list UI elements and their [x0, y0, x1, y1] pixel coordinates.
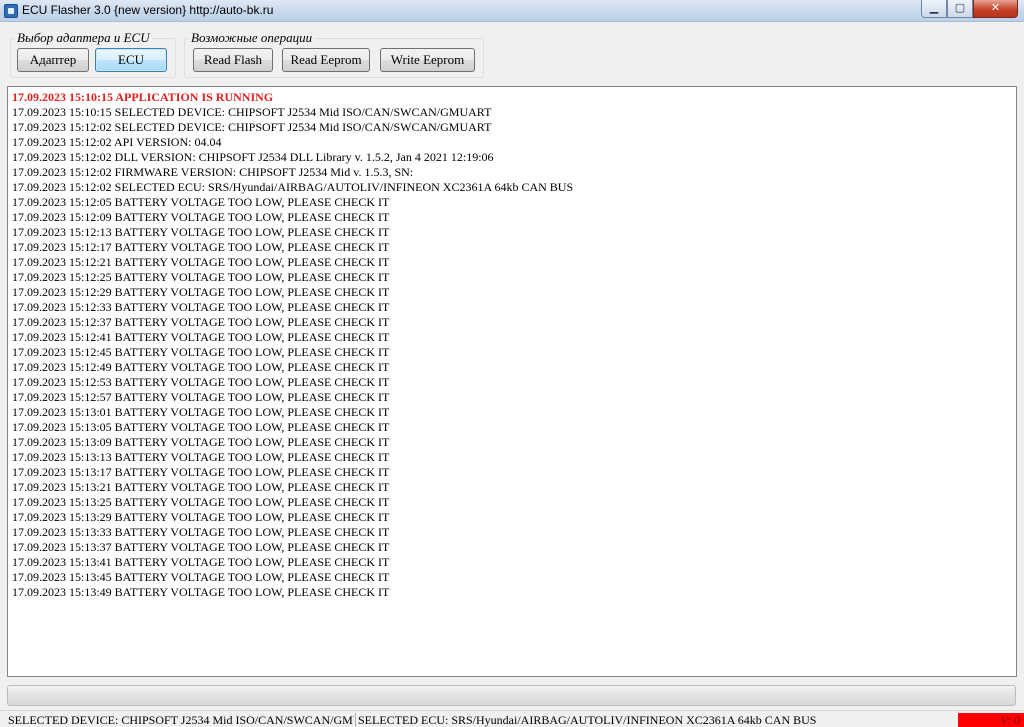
window-controls: ▁ ▢ ✕: [921, 0, 1018, 19]
log-line: 17.09.2023 15:13:29 BATTERY VOLTAGE TOO …: [12, 510, 390, 524]
status-device: SELECTED DEVICE: CHIPSOFT J2534 Mid ISO/…: [8, 713, 354, 727]
log-panel[interactable]: 17.09.2023 15:10:15 APPLICATION IS RUNNI…: [7, 86, 1017, 677]
log-line: 17.09.2023 15:13:49 BATTERY VOLTAGE TOO …: [12, 585, 390, 599]
log-line: 17.09.2023 15:13:01 BATTERY VOLTAGE TOO …: [12, 405, 390, 419]
log-line: 17.09.2023 15:13:41 BATTERY VOLTAGE TOO …: [12, 555, 390, 569]
status-voltage: V: 0: [958, 713, 1024, 727]
progress-bar: [7, 685, 1016, 706]
log-line: 17.09.2023 15:13:37 BATTERY VOLTAGE TOO …: [12, 540, 390, 554]
log-line: 17.09.2023 15:13:09 BATTERY VOLTAGE TOO …: [12, 435, 390, 449]
log-line: 17.09.2023 15:12:09 BATTERY VOLTAGE TOO …: [12, 210, 390, 224]
adapter-button[interactable]: Адаптер: [17, 48, 89, 72]
log-line: 17.09.2023 15:13:05 BATTERY VOLTAGE TOO …: [12, 420, 390, 434]
log-line: 17.09.2023 15:12:33 BATTERY VOLTAGE TOO …: [12, 300, 390, 314]
title-bar[interactable]: ECU Flasher 3.0 {new version} http://aut…: [0, 0, 1024, 22]
log-line: 17.09.2023 15:13:33 BATTERY VOLTAGE TOO …: [12, 525, 390, 539]
close-icon[interactable]: ✕: [973, 0, 1018, 18]
app-icon: [4, 4, 18, 18]
adapter-ecu-group-label: Выбор адаптера и ECU: [15, 30, 152, 46]
window-title: ECU Flasher 3.0 {new version} http://aut…: [22, 3, 274, 17]
log-line: 17.09.2023 15:12:25 BATTERY VOLTAGE TOO …: [12, 270, 390, 284]
log-line: 17.09.2023 15:12:02 API VERSION: 04.04: [12, 135, 222, 149]
log-line: 17.09.2023 15:13:13 BATTERY VOLTAGE TOO …: [12, 450, 390, 464]
write-eeprom-button[interactable]: Write Eeprom: [380, 48, 475, 72]
log-line: 17.09.2023 15:12:57 BATTERY VOLTAGE TOO …: [12, 390, 390, 404]
log-line: 17.09.2023 15:12:45 BATTERY VOLTAGE TOO …: [12, 345, 390, 359]
ecu-button[interactable]: ECU: [95, 48, 167, 72]
status-ecu: SELECTED ECU: SRS/Hyundai/AIRBAG/AUTOLIV…: [358, 713, 817, 727]
log-line: 17.09.2023 15:12:02 SELECTED ECU: SRS/Hy…: [12, 180, 574, 194]
status-separator: [355, 713, 356, 727]
read-eeprom-button[interactable]: Read Eeprom: [282, 48, 370, 72]
maximize-icon[interactable]: ▢: [947, 0, 973, 18]
operations-group-label: Возможные операции: [189, 30, 315, 46]
status-bar: SELECTED DEVICE: CHIPSOFT J2534 Mid ISO/…: [0, 710, 1024, 727]
log-line: 17.09.2023 15:12:49 BATTERY VOLTAGE TOO …: [12, 360, 390, 374]
read-flash-button[interactable]: Read Flash: [193, 48, 273, 72]
log-line: 17.09.2023 15:12:53 BATTERY VOLTAGE TOO …: [12, 375, 390, 389]
log-line: 17.09.2023 15:12:02 DLL VERSION: CHIPSOF…: [12, 150, 494, 164]
log-line: 17.09.2023 15:12:13 BATTERY VOLTAGE TOO …: [12, 225, 390, 239]
log-line: 17.09.2023 15:13:21 BATTERY VOLTAGE TOO …: [12, 480, 390, 494]
log-line: 17.09.2023 15:10:15 SELECTED DEVICE: CHI…: [12, 105, 492, 119]
log-line: 17.09.2023 15:12:05 BATTERY VOLTAGE TOO …: [12, 195, 390, 209]
log-line: 17.09.2023 15:12:37 BATTERY VOLTAGE TOO …: [12, 315, 390, 329]
log-line: 17.09.2023 15:12:41 BATTERY VOLTAGE TOO …: [12, 330, 390, 344]
operations-group: Возможные операции Read Flash Read Eepro…: [184, 30, 484, 78]
log-line: 17.09.2023 15:12:02 FIRMWARE VERSION: CH…: [12, 165, 414, 179]
log-line: 17.09.2023 15:13:45 BATTERY VOLTAGE TOO …: [12, 570, 390, 584]
adapter-ecu-group: Выбор адаптера и ECU Адаптер ECU: [10, 30, 176, 78]
minimize-icon[interactable]: ▁: [921, 0, 947, 18]
log-head: 17.09.2023 15:10:15 APPLICATION IS RUNNI…: [12, 90, 274, 104]
log-line: 17.09.2023 15:13:17 BATTERY VOLTAGE TOO …: [12, 465, 390, 479]
log-line: 17.09.2023 15:12:02 SELECTED DEVICE: CHI…: [12, 120, 492, 134]
log-line: 17.09.2023 15:12:21 BATTERY VOLTAGE TOO …: [12, 255, 390, 269]
log-line: 17.09.2023 15:13:25 BATTERY VOLTAGE TOO …: [12, 495, 390, 509]
log-line: 17.09.2023 15:12:29 BATTERY VOLTAGE TOO …: [12, 285, 390, 299]
log-line: 17.09.2023 15:12:17 BATTERY VOLTAGE TOO …: [12, 240, 390, 254]
